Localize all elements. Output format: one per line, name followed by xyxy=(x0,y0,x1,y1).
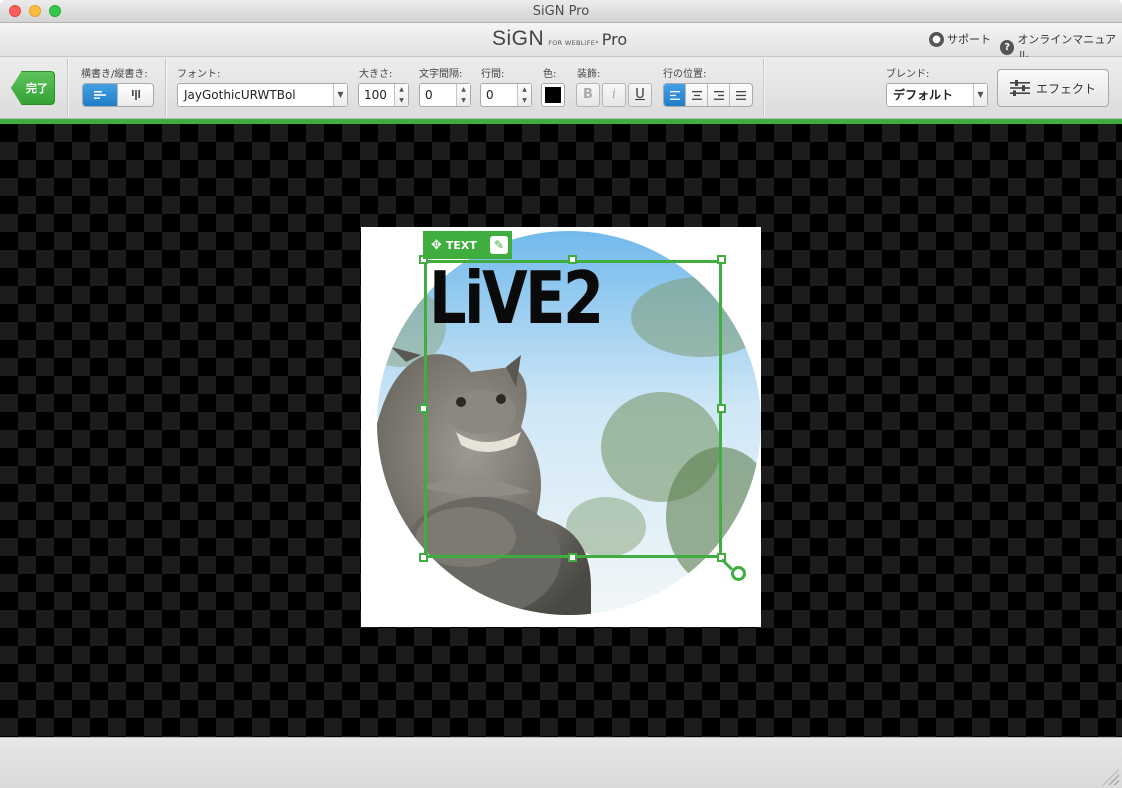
vertical-text-icon xyxy=(131,90,140,100)
brand-logo: SiGN FOR WEBLiFE* Pro xyxy=(492,27,627,53)
rotate-handle[interactable] xyxy=(731,566,746,581)
move-icon[interactable]: ✥ xyxy=(431,238,442,253)
text-color-picker[interactable] xyxy=(541,83,565,107)
resize-handle-bottom-left[interactable] xyxy=(419,553,428,562)
resize-handle-left[interactable] xyxy=(419,404,428,413)
line-spacing-value: 0 xyxy=(486,88,494,102)
align-justify-icon xyxy=(736,90,746,100)
stepper-arrows-icon[interactable]: ▲ ▼ xyxy=(456,84,470,106)
color-swatch-fill xyxy=(545,87,561,103)
resize-handle-bottom[interactable] xyxy=(568,553,577,562)
app-header: SiGN FOR WEBLiFE* Pro ● サポート ? オンラインマニュア… xyxy=(0,23,1122,62)
text-layer-tag[interactable]: ✥ TEXT ✎ xyxy=(423,231,512,259)
size-value: 100 xyxy=(364,88,387,102)
text-tag-label: TEXT xyxy=(445,238,477,252)
resize-handle-top-right[interactable] xyxy=(717,255,726,264)
char-spacing-stepper[interactable]: 0 ▲ ▼ xyxy=(419,83,471,107)
window-titlebar: SiGN Pro xyxy=(0,0,1122,23)
char-spacing-value: 0 xyxy=(425,88,433,102)
decoration-label: 装飾: xyxy=(577,69,601,80)
window-title: SiGN Pro xyxy=(532,4,590,19)
char-spacing-label: 文字間隔: xyxy=(419,69,463,80)
orientation-toggle xyxy=(82,83,154,107)
done-label: 完了 xyxy=(26,82,48,95)
resize-handle-right[interactable] xyxy=(717,404,726,413)
alignment-toggle xyxy=(663,83,753,107)
user-icon: ● xyxy=(929,31,944,47)
window-minimize-button[interactable] xyxy=(29,5,41,17)
support-link[interactable]: ● サポート xyxy=(929,31,991,47)
bold-button[interactable]: B xyxy=(576,83,600,107)
line-spacing-stepper[interactable]: 0 ▲ ▼ xyxy=(480,83,532,107)
horizontal-writing-button[interactable] xyxy=(83,84,118,106)
color-label: 色: xyxy=(543,69,557,80)
brand-name: SiGN xyxy=(492,27,545,50)
blend-value: デフォルト xyxy=(893,88,954,102)
chevron-down-icon: ▼ xyxy=(973,84,987,106)
align-center-button[interactable] xyxy=(686,84,708,106)
align-label: 行の位置: xyxy=(663,69,707,80)
align-left-button[interactable] xyxy=(664,84,686,106)
brand-subtitle: FOR WEBLiFE* xyxy=(548,39,599,47)
align-right-button[interactable] xyxy=(708,84,730,106)
blend-select[interactable]: デフォルト ▼ xyxy=(886,83,988,107)
font-value: JayGothicURWTBol xyxy=(184,88,296,102)
chevron-down-icon: ▼ xyxy=(333,84,347,106)
resize-grip-icon[interactable] xyxy=(1103,769,1119,785)
horizontal-text-icon xyxy=(94,91,106,99)
font-select[interactable]: JayGothicURWTBol ▼ xyxy=(177,83,348,107)
size-stepper[interactable]: 100 ▲ ▼ xyxy=(358,83,409,107)
underline-button[interactable]: U xyxy=(628,83,652,107)
blend-label: ブレンド: xyxy=(886,69,930,80)
text-selection-box[interactable] xyxy=(424,260,722,558)
orientation-label: 横書き/縦書き: xyxy=(81,69,148,80)
align-right-icon xyxy=(713,90,724,100)
brand-edition: Pro xyxy=(601,30,628,49)
window-zoom-button[interactable] xyxy=(49,5,61,17)
align-left-icon xyxy=(669,90,680,100)
stepper-arrows-icon[interactable]: ▲ ▼ xyxy=(394,84,408,106)
status-bar xyxy=(0,737,1122,788)
size-label: 大きさ: xyxy=(359,69,393,80)
vertical-writing-button[interactable] xyxy=(118,84,153,106)
help-icon: ? xyxy=(1000,39,1015,55)
effect-label: エフェクト xyxy=(1035,81,1096,96)
resize-handle-top[interactable] xyxy=(568,255,577,264)
stepper-arrows-icon[interactable]: ▲ ▼ xyxy=(517,84,531,106)
italic-button[interactable]: i xyxy=(602,83,626,107)
support-label: サポート xyxy=(947,33,991,46)
sliders-icon xyxy=(1009,80,1030,96)
line-spacing-label: 行間: xyxy=(481,69,505,80)
window-close-button[interactable] xyxy=(9,5,21,17)
font-label: フォント: xyxy=(177,69,221,80)
align-justify-button[interactable] xyxy=(730,84,752,106)
pencil-icon[interactable]: ✎ xyxy=(490,236,508,254)
align-center-icon xyxy=(691,90,702,100)
effect-button[interactable]: エフェクト xyxy=(997,69,1109,107)
